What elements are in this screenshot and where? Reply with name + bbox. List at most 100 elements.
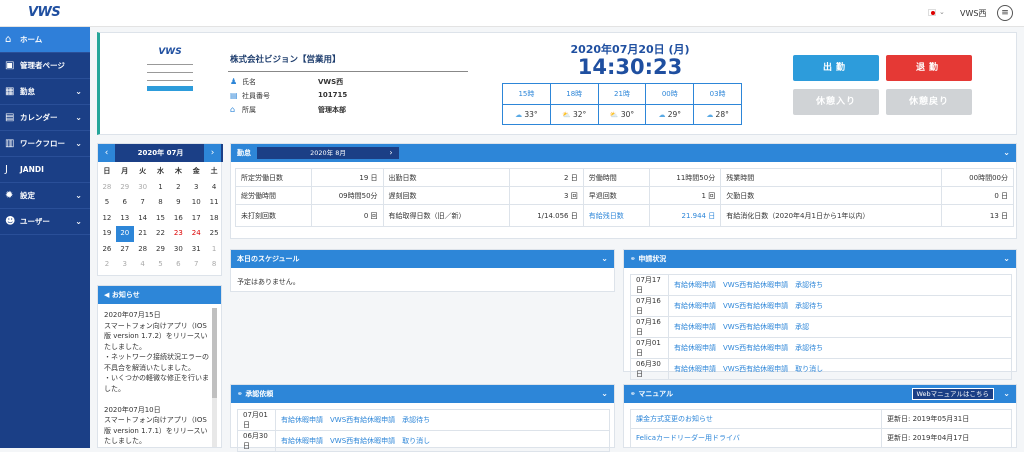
chevron-down-icon[interactable]: ⌄	[939, 8, 945, 16]
calendar-day[interactable]: 16	[169, 211, 187, 227]
calendar-day[interactable]: 8	[205, 257, 223, 273]
calendar-day[interactable]: 6	[169, 257, 187, 273]
calendar-day[interactable]: 5	[152, 257, 170, 273]
request-status-link[interactable]: 取り消し	[795, 365, 823, 373]
calendar-day[interactable]: 28	[134, 242, 152, 258]
calendar-day[interactable]: 6	[116, 195, 134, 211]
request-type-link[interactable]: 有給休暇申請	[281, 437, 323, 445]
calendar-day[interactable]: 20	[115, 226, 134, 242]
attendance-label[interactable]: 有給残日数	[582, 204, 650, 227]
chevron-down-icon[interactable]: ⌄	[601, 385, 608, 403]
calendar-day[interactable]: 29	[116, 180, 134, 196]
calendar-day[interactable]: 3	[187, 180, 205, 196]
manual-title-link[interactable]: 課金方式変更のお知らせ	[630, 409, 882, 429]
sidebar-item-5[interactable]: J JANDI	[0, 157, 90, 183]
sidebar-item-0[interactable]: ⌂ ホーム	[0, 27, 90, 53]
break-end-button[interactable]: 休憩戻り	[886, 89, 972, 115]
calendar-day[interactable]: 15	[152, 211, 170, 227]
request-status-link[interactable]: 取り消し	[402, 437, 430, 445]
calendar-day[interactable]: 19	[98, 226, 116, 242]
request-status-link[interactable]: 承認待ち	[795, 302, 823, 310]
calendar-day[interactable]: 9	[169, 195, 187, 211]
calendar-day[interactable]: 5	[98, 195, 116, 211]
calendar-day[interactable]: 28	[98, 180, 116, 196]
vws-logo[interactable]: VWS	[28, 5, 61, 20]
sidebar-item-3[interactable]: ▤ カレンダー ⌄	[0, 105, 90, 131]
calendar-day[interactable]: 11	[205, 195, 223, 211]
calendar-day[interactable]: 14	[134, 211, 152, 227]
approvals-table: 07月01日 有給休暇申請 VWS西有給休暇申請 承認待ち 06月30日 有給休暇申請…	[237, 409, 610, 452]
calendar-day[interactable]: 25	[205, 226, 223, 242]
request-type-link[interactable]: 有給休暇申請	[674, 344, 716, 352]
calendar-day[interactable]: 10	[187, 195, 205, 211]
request-type-link[interactable]: 有給休暇申請	[674, 323, 716, 331]
calendar-day[interactable]: 18	[205, 211, 223, 227]
request-name-link[interactable]: VWS西有給休暇申請	[723, 302, 788, 310]
calendar-day[interactable]: 4	[134, 257, 152, 273]
menu-icon[interactable]: ≡	[997, 5, 1013, 21]
calendar-day[interactable]: 26	[98, 242, 116, 258]
request-status-link[interactable]: 承認	[795, 323, 809, 331]
request-name-link[interactable]: VWS西有給休暇申請	[330, 437, 395, 445]
weather-slot: 00時 ☁ 29°	[646, 84, 695, 124]
web-manual-button[interactable]: Webマニュアルはこちら	[911, 388, 994, 400]
calendar-day[interactable]: 30	[134, 180, 152, 196]
request-name-link[interactable]: VWS西有給休暇申請	[723, 365, 788, 373]
calendar-day[interactable]: 4	[205, 180, 223, 196]
calendar-day[interactable]: 22	[152, 226, 170, 242]
calendar-day[interactable]: 3	[116, 257, 134, 273]
calendar-day[interactable]: 1	[205, 242, 223, 258]
calendar-day[interactable]: 21	[134, 226, 152, 242]
request-name-link[interactable]: VWS西有給休暇申請	[330, 416, 395, 424]
request-type-link[interactable]: 有給休暇申請	[674, 281, 716, 289]
manual-title-link[interactable]: Felicaカードリーダー用ドライバ	[630, 428, 882, 448]
sidebar-item-4[interactable]: ▥ ワークフロー ⌄	[0, 131, 90, 157]
calendar-day[interactable]: 29	[152, 242, 170, 258]
calendar-day[interactable]: 23	[169, 226, 187, 242]
sidebar-item-6[interactable]: ✹ 設定 ⌄	[0, 183, 90, 209]
calendar-day[interactable]: 7	[187, 257, 205, 273]
sidebar-item-2[interactable]: ▦ 勤怠 ⌄	[0, 79, 90, 105]
calendar-day[interactable]: 27	[116, 242, 134, 258]
break-start-button[interactable]: 休憩入り	[793, 89, 879, 115]
calendar-day[interactable]: 2	[98, 257, 116, 273]
request-status-link[interactable]: 承認待ち	[795, 281, 823, 289]
clock-in-button[interactable]: 出勤	[793, 55, 879, 81]
chevron-down-icon[interactable]: ⌄	[1003, 144, 1010, 162]
chevron-down-icon[interactable]: ⌄	[1003, 250, 1010, 268]
calendar-day[interactable]: 13	[116, 211, 134, 227]
chevron-down-icon[interactable]: ⌄	[1003, 385, 1010, 403]
clock-out-button[interactable]: 退勤	[886, 55, 972, 81]
user-name[interactable]: VWS西	[960, 8, 986, 19]
calendar-day[interactable]: 2	[169, 180, 187, 196]
chevron-left-icon[interactable]: ‹	[98, 144, 115, 162]
chevron-right-icon[interactable]: ›	[385, 147, 397, 159]
calendar-day[interactable]: 7	[134, 195, 152, 211]
weekday: 月	[121, 167, 129, 175]
news-line: 2020年07月10日	[104, 405, 161, 414]
calendar-day[interactable]: 30	[169, 242, 187, 258]
request-type-link[interactable]: 有給休暇申請	[674, 365, 716, 373]
calendar-day[interactable]: 8	[152, 195, 170, 211]
japan-flag-icon[interactable]	[928, 9, 936, 16]
request-name-link[interactable]: VWS西有給休暇申請	[723, 323, 788, 331]
request-status-link[interactable]: 承認待ち	[795, 344, 823, 352]
attendance-value[interactable]: 21.944 日	[648, 204, 722, 227]
calendar-day[interactable]: 31	[187, 242, 205, 258]
request-name-link[interactable]: VWS西有給休暇申請	[723, 344, 788, 352]
chevron-down-icon[interactable]: ⌄	[601, 250, 608, 268]
request-type-link[interactable]: 有給休暇申請	[281, 416, 323, 424]
news-header[interactable]: ◀ お知らせ	[98, 286, 221, 304]
sidebar-item-label: 勤怠	[20, 87, 35, 96]
request-status-link[interactable]: 承認待ち	[402, 416, 430, 424]
sidebar-item-1[interactable]: ▣ 管理者ページ	[0, 53, 90, 79]
sidebar-item-7[interactable]: ☻ ユーザー ⌄	[0, 209, 90, 235]
request-type-link[interactable]: 有給休暇申請	[674, 302, 716, 310]
calendar-day[interactable]: 1	[152, 180, 170, 196]
calendar-day[interactable]: 17	[187, 211, 205, 227]
news-scrollbar[interactable]	[212, 308, 217, 447]
request-name-link[interactable]: VWS西有給休暇申請	[723, 281, 788, 289]
calendar-day[interactable]: 24	[187, 226, 205, 242]
calendar-day[interactable]: 12	[98, 211, 116, 227]
chevron-right-icon[interactable]: ›	[204, 144, 221, 162]
